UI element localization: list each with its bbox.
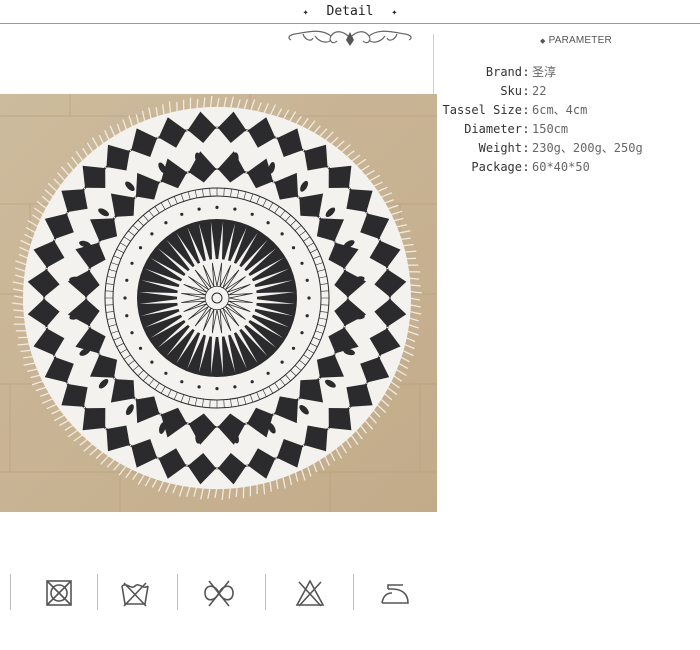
param-label: Tassel Size	[442, 102, 522, 117]
param-row-brand: Brand : 圣淳	[430, 62, 643, 81]
do-not-wring-icon	[204, 580, 234, 607]
detail-title: Detail	[326, 4, 374, 19]
iron-icon	[381, 584, 409, 604]
param-label: Sku	[500, 83, 522, 98]
do-not-bleach-triangle-icon	[295, 579, 325, 607]
care-divider	[177, 574, 178, 610]
star-left-icon: ✦	[302, 7, 309, 18]
diamond-bullet-icon: ◆	[540, 38, 546, 45]
param-value: 22	[532, 83, 547, 98]
param-row-diameter: Diameter : 150cm	[430, 119, 643, 138]
star-right-icon: ✦	[391, 7, 398, 18]
care-divider	[10, 574, 11, 610]
parameter-heading-text: PARAMETER	[548, 35, 612, 46]
param-label: Weight	[478, 140, 522, 155]
param-label: Diameter	[464, 121, 522, 136]
param-value: 60*40*50	[532, 159, 590, 174]
param-sep: :	[522, 159, 530, 174]
param-sep: :	[522, 121, 530, 136]
param-row-sku: Sku : 22	[430, 81, 643, 100]
parameter-list: Brand : 圣淳 Sku : 22 Tassel Size : 6cm、4c…	[430, 62, 643, 176]
round-beach-towel-image	[0, 94, 437, 512]
param-row-weight: Weight : 230g、200g、250g	[430, 138, 643, 157]
param-row-package: Package : 60*40*50	[430, 157, 643, 176]
param-label: Package	[471, 159, 522, 174]
parameter-heading: ◆ PARAMETER	[540, 35, 612, 46]
do-not-bleach-icon	[121, 582, 149, 607]
param-row-tassel-size: Tassel Size : 6cm、4cm	[430, 100, 643, 119]
do-not-tumble-dry-icon	[46, 580, 72, 606]
param-value: 150cm	[532, 121, 569, 136]
product-photo	[0, 94, 437, 512]
care-instructions-bar	[0, 574, 700, 614]
param-sep: :	[522, 102, 530, 117]
flourish-ornament-icon	[288, 30, 412, 46]
param-sep: :	[522, 83, 530, 98]
param-sep: :	[522, 64, 530, 79]
care-divider	[353, 574, 354, 610]
section-title: ✦ Detail ✦	[0, 4, 700, 19]
param-label: Brand	[485, 64, 522, 79]
header-divider	[0, 23, 700, 24]
care-divider	[265, 574, 266, 610]
param-value: 圣淳	[532, 65, 557, 79]
care-divider	[97, 574, 98, 610]
param-sep: :	[522, 140, 530, 155]
param-value: 6cm、4cm	[532, 103, 588, 117]
param-value: 230g、200g、250g	[532, 141, 643, 155]
